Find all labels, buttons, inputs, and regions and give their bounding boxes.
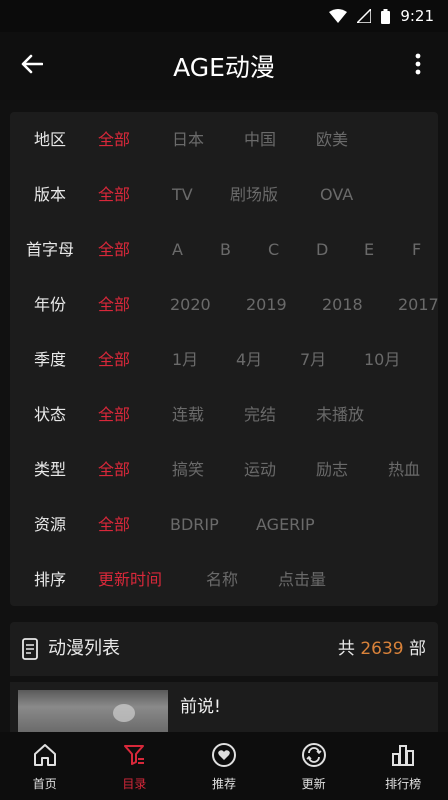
filter-option[interactable]: 全部 (98, 112, 130, 167)
filter-row-source: 资源 全部 BDRIP AGERIP (10, 497, 438, 552)
catalog-icon (124, 745, 145, 765)
filter-row-region: 地区 全部 日本 中国 欧美 (10, 112, 438, 167)
count-number: 2639 (360, 639, 404, 659)
filter-option[interactable]: 励志 (316, 442, 348, 497)
count-suffix: 部 (409, 639, 426, 659)
back-button[interactable] (0, 32, 64, 100)
filter-option[interactable]: C (268, 222, 279, 277)
list-count: 共 2639 部 (338, 622, 426, 676)
filter-option[interactable]: 未播放 (316, 387, 364, 442)
filter-option[interactable]: B (220, 222, 231, 277)
filter-row-sort: 排序 更新时间 名称 点击量 (10, 552, 438, 606)
filter-option[interactable]: 运动 (244, 442, 276, 497)
filter-option[interactable]: D (316, 222, 328, 277)
filter-option[interactable]: 全部 (98, 497, 130, 552)
more-options-button[interactable] (396, 42, 440, 90)
filter-option[interactable]: 10月 (364, 332, 400, 387)
count-prefix: 共 (337, 639, 355, 659)
filter-option[interactable]: 点击量 (278, 552, 326, 606)
nav-catalog[interactable]: 目录 (90, 732, 180, 800)
filter-option[interactable]: 全部 (98, 222, 130, 277)
list-item[interactable]: 前说! (10, 682, 438, 732)
filter-option[interactable]: 连载 (172, 387, 204, 442)
filter-option[interactable]: 全部 (98, 332, 130, 387)
update-icon (301, 743, 326, 767)
filter-option[interactable]: 剧场版 (230, 167, 278, 222)
nav-label: 排行榜 (385, 777, 422, 791)
filter-option[interactable]: 全部 (98, 167, 130, 222)
nav-label: 首页 (32, 777, 57, 791)
filter-option[interactable]: 7月 (300, 332, 326, 387)
filter-option[interactable]: 全部 (98, 442, 130, 497)
wifi-icon (329, 9, 348, 23)
filter-option[interactable]: 1月 (172, 332, 198, 387)
filter-label: 版本 (33, 185, 66, 204)
filter-label: 状态 (33, 405, 66, 424)
filter-option[interactable]: 2017 (398, 277, 438, 332)
battery-icon (381, 8, 391, 24)
filter-option[interactable]: 日本 (172, 112, 204, 167)
home-icon (33, 744, 56, 766)
filter-label: 地区 (33, 130, 66, 149)
filter-option[interactable]: TV (172, 167, 193, 222)
nav-home[interactable]: 首页 (0, 732, 90, 800)
filter-label: 年份 (33, 295, 66, 314)
filter-option[interactable]: AGERIP (256, 497, 315, 552)
signal-icon (357, 9, 372, 23)
anime-title: 前说! (180, 697, 221, 717)
bottom-navigation: 首页 目录 推荐 更新 排行榜 (0, 732, 448, 800)
arrow-left-icon (21, 54, 44, 78)
filter-row-version: 版本 全部 TV 剧场版 OVA (10, 167, 438, 222)
filter-option[interactable]: 2020 (170, 277, 211, 332)
filter-label: 季度 (33, 350, 66, 369)
filter-option[interactable]: E (364, 222, 374, 277)
filter-label: 首字母 (25, 240, 74, 259)
filter-option[interactable]: F (412, 222, 421, 277)
nav-label: 目录 (122, 777, 147, 791)
filter-option[interactable]: A (172, 222, 183, 277)
filter-row-season: 季度 全部 1月 4月 7月 10月 (10, 332, 438, 387)
filter-option[interactable]: 全部 (98, 387, 130, 442)
anime-thumbnail (18, 690, 168, 732)
filter-option[interactable]: 中国 (244, 112, 276, 167)
filter-label: 类型 (33, 460, 66, 479)
filter-row-initial: 首字母 全部 A B C D E F (10, 222, 438, 277)
heart-icon (211, 743, 236, 767)
filter-label: 资源 (33, 515, 66, 534)
nav-update[interactable]: 更新 (269, 732, 359, 800)
filter-label: 排序 (33, 570, 66, 589)
filter-option[interactable]: 搞笑 (172, 442, 204, 497)
list-title: 动漫列表 (48, 638, 120, 659)
chart-icon (392, 745, 415, 766)
filter-option[interactable]: 完结 (244, 387, 276, 442)
filter-option[interactable]: OVA (320, 167, 353, 222)
filter-row-genre: 类型 全部 搞笑 运动 励志 热血 (10, 442, 438, 497)
filter-option[interactable]: 热血 (388, 442, 420, 497)
more-vert-icon (415, 53, 421, 79)
nav-label: 更新 (301, 777, 326, 791)
anime-list-header: 动漫列表 共 2639 部 (10, 622, 438, 676)
app-bar: AGE动漫 (0, 32, 448, 100)
nav-recommend[interactable]: 推荐 (179, 732, 269, 800)
filter-option[interactable]: 4月 (236, 332, 262, 387)
status-bar: 9:21 (0, 0, 448, 32)
filter-option[interactable]: 名称 (206, 552, 238, 606)
filter-row-status: 状态 全部 连载 完结 未播放 (10, 387, 438, 442)
filter-option[interactable]: 2018 (322, 277, 363, 332)
filter-option[interactable]: 欧美 (316, 112, 348, 167)
filter-option[interactable]: 全部 (98, 277, 130, 332)
filter-row-year: 年份 全部 2020 2019 2018 2017 (10, 277, 438, 332)
status-time: 9:21 (400, 7, 434, 25)
filter-panel: 地区 全部 日本 中国 欧美 版本 全部 TV 剧场版 OVA 首字母 全部 A… (10, 112, 438, 606)
filter-option[interactable]: 更新时间 (98, 552, 162, 606)
document-icon (22, 638, 38, 664)
filter-option[interactable]: 2019 (246, 277, 287, 332)
filter-option[interactable]: BDRIP (170, 497, 219, 552)
nav-label: 推荐 (211, 777, 236, 791)
nav-ranking[interactable]: 排行榜 (358, 732, 448, 800)
page-title: AGE动漫 (173, 53, 275, 82)
